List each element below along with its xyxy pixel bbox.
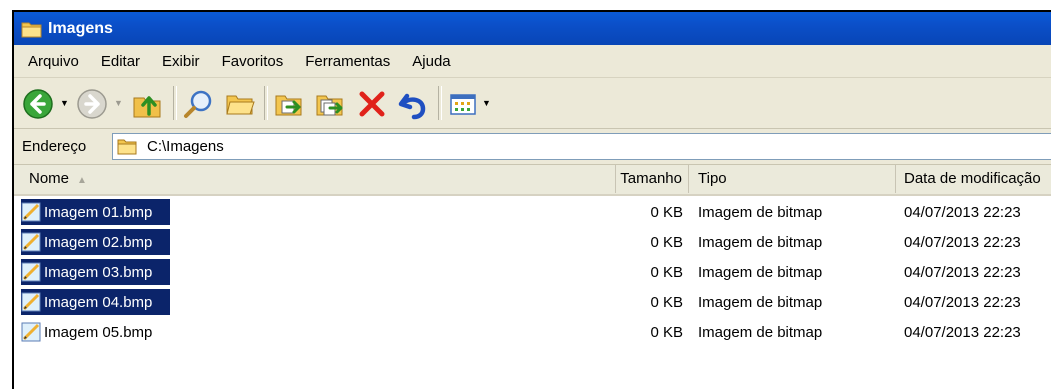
file-name-cell[interactable]: Imagem 02.bmp: [21, 229, 171, 255]
bitmap-file-icon: [21, 232, 41, 252]
menu-ajuda[interactable]: Ajuda: [401, 53, 461, 70]
menu-editar[interactable]: Editar: [90, 53, 151, 70]
toolbar-separator: [438, 86, 442, 120]
bitmap-file-icon: [21, 322, 41, 342]
file-date: 04/07/2013 22:23: [904, 324, 1021, 341]
address-bar: Endereço C:\Imagens: [14, 129, 1051, 165]
file-row[interactable]: Imagem 04.bmp 0 KB Imagem de bitmap 04/0…: [14, 286, 1051, 316]
file-name: Imagem 01.bmp: [44, 203, 153, 221]
menu-exibir[interactable]: Exibir: [151, 53, 211, 70]
folders-icon: [226, 95, 255, 115]
bitmap-file-icon: [21, 262, 41, 282]
file-date: 04/07/2013 22:23: [904, 294, 1021, 311]
title-bar[interactable]: Imagens: [14, 12, 1051, 45]
file-name: Imagem 05.bmp: [44, 323, 153, 341]
copy-to-icon: [316, 95, 343, 116]
file-date: 04/07/2013 22:23: [904, 234, 1021, 251]
column-header: Nome ▲ Tamanho Tipo Data de modificação: [14, 165, 1051, 196]
file-size: 0 KB: [650, 324, 683, 341]
file-name-cell[interactable]: Imagem 01.bmp: [21, 199, 171, 225]
bitmap-file-icon: [21, 292, 41, 312]
toolbar-separator: [264, 86, 268, 120]
column-type[interactable]: Tipo: [689, 165, 896, 193]
file-type: Imagem de bitmap: [698, 294, 823, 311]
delete-icon: [359, 91, 385, 117]
undo-icon: [398, 93, 426, 120]
address-path: C:\Imagens: [147, 138, 224, 155]
back-button[interactable]: [20, 86, 56, 122]
explorer-window: Imagens Arquivo Editar Exibir Favoritos …: [12, 10, 1051, 389]
file-size: 0 KB: [650, 234, 683, 251]
file-name-cell[interactable]: Imagem 04.bmp: [21, 289, 171, 315]
folder-icon: [117, 139, 137, 155]
file-size: 0 KB: [650, 294, 683, 311]
up-folder-icon: [133, 96, 161, 118]
file-type: Imagem de bitmap: [698, 204, 823, 221]
file-row[interactable]: Imagem 01.bmp 0 KB Imagem de bitmap 04/0…: [14, 196, 1051, 226]
column-date[interactable]: Data de modificação: [896, 165, 1051, 193]
file-row[interactable]: Imagem 03.bmp 0 KB Imagem de bitmap 04/0…: [14, 256, 1051, 286]
views-button[interactable]: [445, 86, 481, 122]
views-dropdown[interactable]: ▼: [482, 98, 491, 108]
bitmap-file-icon: [21, 202, 41, 222]
forward-icon: [77, 89, 107, 119]
forward-dropdown[interactable]: ▼: [114, 98, 123, 108]
file-type: Imagem de bitmap: [698, 234, 823, 251]
undo-button[interactable]: [395, 86, 431, 122]
column-name-label: Nome: [29, 170, 70, 187]
back-dropdown[interactable]: ▼: [60, 98, 69, 108]
file-name: Imagem 02.bmp: [44, 233, 153, 251]
file-name-cell[interactable]: Imagem 03.bmp: [21, 259, 171, 285]
file-name-cell[interactable]: Imagem 05.bmp: [21, 319, 170, 345]
column-size[interactable]: Tamanho: [616, 165, 689, 193]
menu-ferramentas[interactable]: Ferramentas: [294, 53, 401, 70]
file-row[interactable]: Imagem 05.bmp 0 KB Imagem de bitmap 04/0…: [14, 316, 1051, 346]
menu-arquivo[interactable]: Arquivo: [14, 53, 90, 70]
back-icon: [23, 89, 53, 119]
folders-button[interactable]: [222, 86, 258, 122]
file-name: Imagem 04.bmp: [44, 293, 153, 311]
menu-favoritos[interactable]: Favoritos: [211, 53, 295, 70]
sort-ascending-icon: ▲: [77, 175, 87, 186]
window-title: Imagens: [48, 19, 113, 37]
file-size: 0 KB: [650, 264, 683, 281]
delete-button[interactable]: [354, 86, 390, 122]
folder-icon: [21, 22, 42, 37]
address-label: Endereço: [22, 138, 87, 155]
toolbar: ▼ ▼ ▼: [14, 78, 1051, 129]
search-button[interactable]: [181, 86, 217, 122]
file-date: 04/07/2013 22:23: [904, 264, 1021, 281]
copy-to-button[interactable]: [312, 86, 348, 122]
file-type: Imagem de bitmap: [698, 264, 823, 281]
file-name: Imagem 03.bmp: [44, 263, 153, 281]
up-folder-button[interactable]: [129, 86, 165, 122]
file-type: Imagem de bitmap: [698, 324, 823, 341]
column-name[interactable]: Nome ▲: [14, 165, 616, 193]
file-date: 04/07/2013 22:23: [904, 204, 1021, 221]
file-row[interactable]: Imagem 02.bmp 0 KB Imagem de bitmap 04/0…: [14, 226, 1051, 256]
search-icon: [184, 90, 212, 118]
views-icon: [450, 94, 476, 115]
address-input[interactable]: C:\Imagens: [112, 133, 1051, 160]
move-to-button[interactable]: [271, 86, 307, 122]
move-to-icon: [275, 95, 302, 116]
forward-button[interactable]: [74, 86, 110, 122]
menu-bar: Arquivo Editar Exibir Favoritos Ferramen…: [14, 45, 1051, 78]
toolbar-separator: [173, 86, 177, 120]
file-size: 0 KB: [650, 204, 683, 221]
